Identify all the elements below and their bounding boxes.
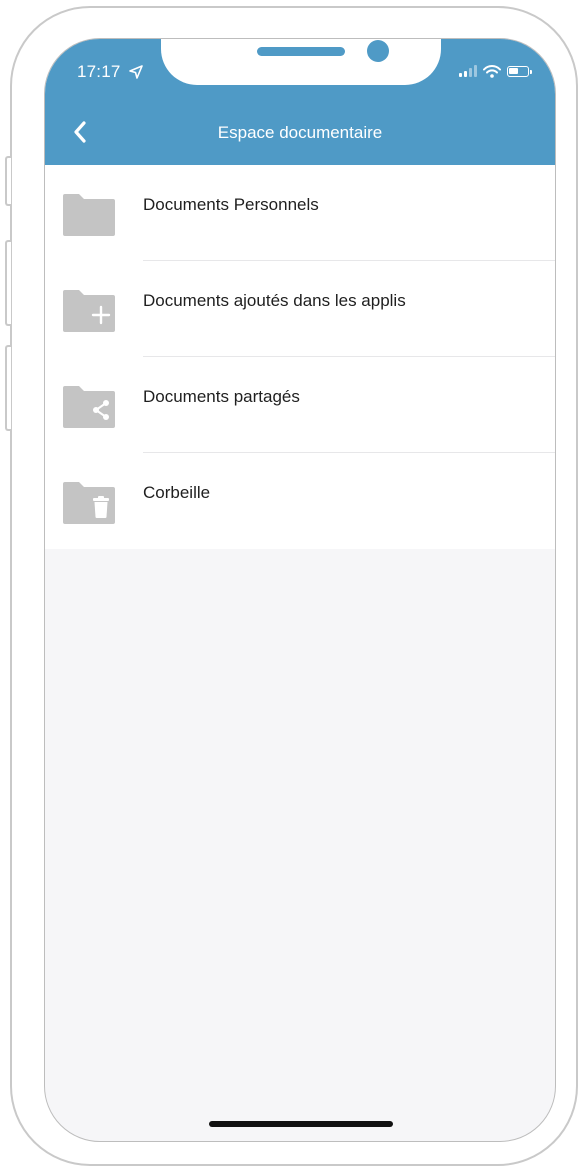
notch bbox=[161, 39, 441, 85]
folder-item-corbeille[interactable]: Corbeille bbox=[45, 453, 555, 549]
cellular-signal-icon bbox=[459, 65, 477, 77]
page-title: Espace documentaire bbox=[217, 123, 383, 142]
volume-down-button bbox=[5, 345, 11, 431]
wifi-icon bbox=[483, 64, 501, 78]
speaker-grille bbox=[257, 47, 345, 56]
status-indicators bbox=[459, 64, 532, 78]
status-time: 17:17 bbox=[77, 62, 121, 81]
folder-item-ajoutes[interactable]: Documents ajoutés dans les applis bbox=[45, 261, 555, 357]
folder-add-icon bbox=[63, 290, 115, 332]
nav-header: 17:17 Espace documentaire bbox=[45, 39, 555, 165]
front-camera bbox=[367, 40, 389, 62]
folder-icon bbox=[63, 194, 115, 236]
location-arrow-icon bbox=[129, 65, 143, 79]
folder-label: Documents ajoutés dans les applis bbox=[143, 291, 406, 310]
mute-switch bbox=[5, 156, 11, 206]
folder-label: Documents partagés bbox=[143, 387, 300, 406]
folder-share-icon bbox=[63, 386, 115, 428]
folder-label: Corbeille bbox=[143, 483, 211, 502]
folder-trash-icon bbox=[63, 482, 115, 524]
folder-item-partages[interactable]: Documents partagés bbox=[45, 357, 555, 453]
folder-item-personnels[interactable]: Documents Personnels bbox=[45, 165, 555, 261]
home-indicator[interactable] bbox=[209, 1121, 393, 1127]
folder-label: Documents Personnels bbox=[143, 195, 319, 214]
battery-icon bbox=[507, 65, 532, 77]
app-screen: 17:17 Espace documentaire Documents Pers… bbox=[44, 38, 556, 1142]
folder-list: Documents Personnels Documents ajoutés d… bbox=[45, 165, 555, 549]
volume-up-button bbox=[5, 240, 11, 326]
